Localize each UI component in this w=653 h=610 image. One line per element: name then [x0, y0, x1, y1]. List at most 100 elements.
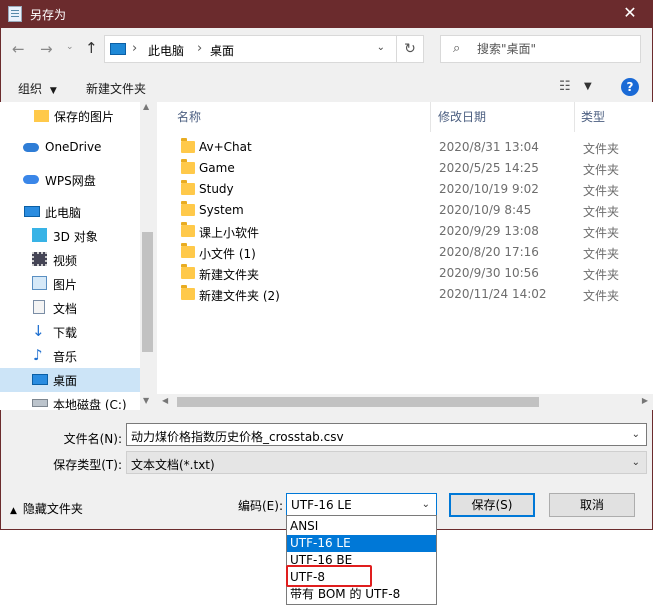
help-icon[interactable]: ?	[621, 78, 639, 96]
folder-icon	[181, 201, 195, 216]
hide-folders-label: 隐藏文件夹	[22, 502, 83, 516]
file-type: 文件夹	[583, 247, 620, 261]
recent-locations-chevron-icon[interactable]: ⌄	[66, 42, 74, 52]
save-button[interactable]: 保存(S)	[449, 493, 535, 517]
address-bar[interactable]: › 此电脑 › 桌面 ⌄	[104, 35, 418, 63]
chevron-down-icon[interactable]: ⌄	[422, 499, 430, 510]
sidebar-item-onedrive[interactable]: OneDrive	[0, 136, 140, 160]
column-header-type[interactable]: 类型	[581, 102, 605, 132]
search-box[interactable]: ⌕	[440, 35, 641, 63]
file-row[interactable]: Game 2020/5/25 14:25 文件夹	[175, 158, 645, 179]
encoding-dropdown-list: ANSI UTF-16 LE UTF-16 BE UTF-8 带有 BOM 的 …	[286, 515, 437, 605]
scroll-down-icon[interactable]: ▼	[143, 396, 149, 405]
encoding-option-ansi[interactable]: ANSI	[287, 518, 436, 535]
file-list-horizontal-scrollbar[interactable]: ◀ ▶	[157, 394, 653, 410]
file-row[interactable]: Av+Chat 2020/8/31 13:04 文件夹	[175, 137, 645, 158]
sidebar-item-saved-pictures[interactable]: 保存的图片	[0, 104, 140, 128]
file-name: 小文件 (1)	[199, 247, 256, 261]
scroll-left-icon[interactable]: ◀	[162, 396, 168, 405]
sidebar-item-documents[interactable]: 文档	[0, 296, 140, 320]
up-arrow-icon[interactable]: ↑	[85, 39, 98, 57]
scroll-up-icon[interactable]: ▲	[143, 102, 149, 111]
encoding-option-utf8-bom[interactable]: 带有 BOM 的 UTF-8	[287, 586, 436, 603]
view-options-icon[interactable]: ☷	[559, 79, 571, 94]
video-icon	[32, 252, 47, 266]
window-title: 另存为	[30, 8, 67, 22]
encoding-option-utf16le[interactable]: UTF-16 LE	[287, 535, 436, 552]
column-divider[interactable]	[574, 102, 575, 132]
file-name: System	[199, 203, 244, 217]
cancel-button[interactable]: 取消	[549, 493, 635, 517]
music-icon: ♪	[33, 346, 43, 364]
chevron-down-icon[interactable]: ⌄	[377, 42, 385, 53]
file-row[interactable]: System 2020/10/9 8:45 文件夹	[175, 200, 645, 221]
sidebar-item-label: 文档	[53, 302, 78, 316]
refresh-button[interactable]: ↻	[396, 35, 424, 63]
sidebar-item-this-pc[interactable]: 此电脑	[0, 200, 140, 224]
file-date: 2020/11/24 14:02	[439, 287, 547, 301]
sidebar-item-3d-objects[interactable]: 3D 对象	[0, 224, 140, 248]
sidebar-item-videos[interactable]: 视频	[0, 248, 140, 272]
filetype-select[interactable]: 文本文档(*.txt) ⌄	[126, 451, 647, 474]
column-header-name[interactable]: 名称	[177, 102, 201, 132]
document-icon	[33, 300, 45, 314]
file-name: Game	[199, 161, 235, 175]
filename-field[interactable]: 动力煤价格指数历史价格_crosstab.csv ⌄	[126, 423, 647, 446]
drive-icon	[32, 399, 48, 407]
search-icon: ⌕	[453, 41, 461, 56]
title-bar: 另存为 ✕	[0, 0, 653, 28]
notepad-icon	[8, 6, 22, 22]
chevron-right-icon: ›	[132, 41, 138, 56]
search-input[interactable]	[477, 40, 627, 58]
organize-label: 组织	[18, 82, 43, 96]
folder-icon	[181, 243, 195, 258]
hide-folders-toggle[interactable]: ▲ 隐藏文件夹	[10, 500, 83, 517]
encoding-select[interactable]: UTF-16 LE ⌄	[286, 493, 437, 516]
chevron-down-icon[interactable]: ⌄	[632, 429, 640, 440]
sidebar-item-pictures[interactable]: 图片	[0, 272, 140, 296]
folder-icon	[181, 180, 195, 195]
column-header-date[interactable]: 修改日期	[438, 102, 486, 132]
new-folder-button[interactable]: 新建文件夹	[86, 80, 146, 97]
file-name: 新建文件夹 (2)	[199, 289, 280, 303]
column-divider[interactable]	[430, 102, 431, 132]
filetype-label: 保存类型(T):	[53, 458, 122, 472]
file-name: 新建文件夹	[199, 268, 260, 282]
forward-arrow-icon[interactable]: →	[40, 40, 53, 58]
file-row[interactable]: Study 2020/10/19 9:02 文件夹	[175, 179, 645, 200]
organize-menu[interactable]: 组织 ▼	[18, 80, 57, 97]
sidebar-item-desktop[interactable]: 桌面	[0, 368, 140, 392]
scrollbar-thumb[interactable]	[142, 232, 153, 352]
sidebar-item-wps-drive[interactable]: WPS网盘	[0, 168, 140, 192]
sidebar-item-label: 视频	[53, 254, 78, 268]
file-type: 文件夹	[583, 163, 620, 177]
breadcrumb-desktop[interactable]: 桌面	[210, 42, 234, 59]
file-row[interactable]: 新建文件夹 2020/9/30 10:56 文件夹	[175, 263, 645, 284]
cloud-icon	[23, 143, 39, 152]
sidebar-item-downloads[interactable]: ↓ 下载	[0, 320, 140, 344]
sidebar-scrollbar[interactable]: ▲ ▼	[140, 102, 155, 410]
caret-down-icon[interactable]: ▼	[584, 81, 592, 92]
scroll-right-icon[interactable]: ▶	[642, 396, 648, 405]
file-row[interactable]: 课上小软件 2020/9/29 13:08 文件夹	[175, 221, 645, 242]
sidebar-item-label: 下载	[53, 326, 78, 340]
scrollbar-thumb[interactable]	[177, 397, 539, 407]
file-type: 文件夹	[583, 142, 620, 156]
sidebar-item-local-disk-c[interactable]: 本地磁盘 (C:)	[0, 392, 140, 410]
close-button[interactable]: ✕	[607, 0, 653, 28]
filetype-value: 文本文档(*.txt)	[131, 458, 215, 472]
chevron-right-icon: ›	[197, 41, 203, 56]
folder-icon	[181, 159, 195, 174]
breadcrumb-this-pc[interactable]: 此电脑	[148, 42, 184, 59]
back-arrow-icon[interactable]: ←	[12, 40, 25, 58]
file-list-pane: 名称 修改日期 类型 Av+Chat 2020/8/31 13:04 文件夹 G…	[157, 102, 653, 410]
chevron-down-icon[interactable]: ⌄	[632, 457, 640, 468]
file-row[interactable]: 新建文件夹 (2) 2020/11/24 14:02 文件夹	[175, 284, 645, 305]
sidebar-item-music[interactable]: ♪ 音乐	[0, 344, 140, 368]
file-type: 文件夹	[583, 184, 620, 198]
file-date: 2020/9/29 13:08	[439, 224, 539, 238]
file-row[interactable]: 小文件 (1) 2020/8/20 17:16 文件夹	[175, 242, 645, 263]
sidebar-item-label: 保存的图片	[54, 110, 115, 124]
file-date: 2020/9/30 10:56	[439, 266, 539, 280]
utf8-highlight-marker	[286, 565, 372, 587]
